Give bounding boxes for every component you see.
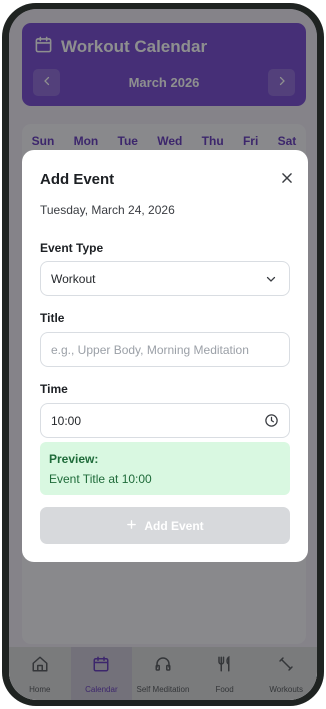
chevron-down-icon [263,271,279,287]
close-icon [280,171,294,190]
modal-title: Add Event [40,171,115,188]
preview-text: Event Title at 10:00 [49,472,152,486]
title-label: Title [40,311,65,325]
add-event-label: Add Event [144,518,204,533]
close-button[interactable] [276,169,298,191]
event-type-label: Event Type [40,241,104,255]
event-preview: Preview: Event Title at 10:00 [40,442,290,495]
phone-frame: Workout Calendar March 2026 Sun [2,3,324,706]
title-input[interactable]: e.g., Upper Body, Morning Meditation [40,332,290,367]
event-type-value: Workout [51,271,96,286]
time-value: 10:00 [51,413,82,428]
time-input[interactable]: 10:00 [40,403,290,438]
preview-label: Preview: [49,452,99,466]
clock-icon[interactable] [263,413,279,429]
add-event-button[interactable]: Add Event [40,507,290,544]
time-label: Time [40,382,68,396]
add-event-modal: Add Event Tuesday, March 24, 2026 Event … [22,150,308,562]
selected-date: Tuesday, March 24, 2026 [40,203,175,217]
title-placeholder: e.g., Upper Body, Morning Meditation [51,342,249,357]
event-type-select[interactable]: Workout [40,261,290,296]
app-screen: Workout Calendar March 2026 Sun [9,9,317,700]
plus-icon [126,519,137,533]
